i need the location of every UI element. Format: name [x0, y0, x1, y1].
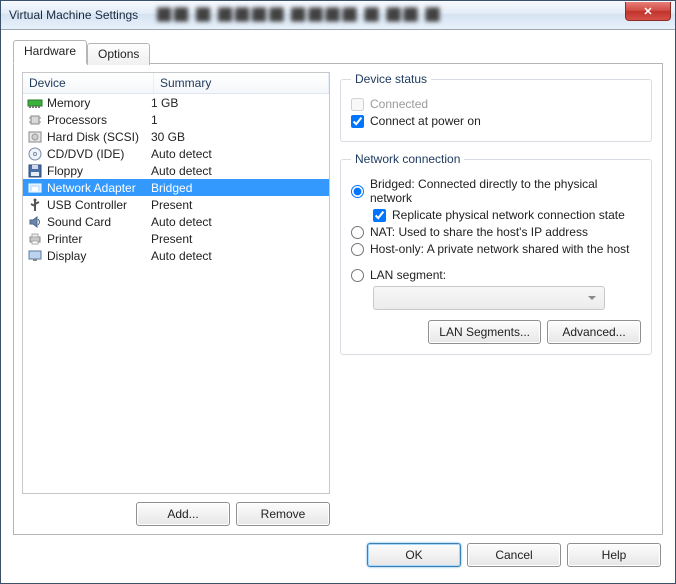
usb-icon — [27, 198, 43, 212]
device-summary: 1 — [145, 113, 329, 127]
right-column: Device status Connected Connect at power… — [340, 72, 654, 526]
connected-row: Connected — [351, 97, 641, 111]
hardware-panel: Device Summary Memory1 GBProcessors1Hard… — [13, 63, 663, 535]
nic-icon — [27, 181, 43, 195]
connect-power-on-checkbox[interactable] — [351, 115, 364, 128]
replicate-row[interactable]: Replicate physical network connection st… — [373, 208, 641, 222]
hostonly-row[interactable]: Host-only: A private network shared with… — [351, 242, 641, 256]
connect-power-on-label: Connect at power on — [370, 114, 481, 128]
window-title: Virtual Machine Settings — [9, 8, 138, 22]
remove-button[interactable]: Remove — [236, 502, 330, 526]
add-button[interactable]: Add... — [136, 502, 230, 526]
device-list[interactable]: Device Summary Memory1 GBProcessors1Hard… — [22, 72, 330, 494]
device-name: Network Adapter — [47, 181, 136, 195]
help-button[interactable]: Help — [567, 543, 661, 567]
device-row-sound[interactable]: Sound Card Auto detect — [23, 213, 329, 230]
lan-label: LAN segment: — [370, 268, 446, 282]
device-rows: Memory 1 GB Processors 1 Hard Disk (SCSI) 30 … — [23, 94, 329, 493]
titlebar[interactable]: Virtual Machine Settings ⬛⬛ ⬛ ⬛⬛⬛⬛ ⬛⬛⬛⬛ … — [1, 1, 675, 30]
replicate-label: Replicate physical network connection st… — [392, 208, 625, 222]
device-row-usb[interactable]: USB Controller Present — [23, 196, 329, 213]
nat-row[interactable]: NAT: Used to share the host's IP address — [351, 225, 641, 239]
device-summary: Auto detect — [145, 164, 329, 178]
device-row-floppy[interactable]: Floppy Auto detect — [23, 162, 329, 179]
device-name: Processors — [47, 113, 107, 127]
bridged-row[interactable]: Bridged: Connected directly to the physi… — [351, 177, 641, 205]
bridged-radio[interactable] — [351, 185, 364, 198]
cpu-icon — [27, 113, 43, 127]
device-summary: Bridged — [145, 181, 329, 195]
vm-settings-window: Virtual Machine Settings ⬛⬛ ⬛ ⬛⬛⬛⬛ ⬛⬛⬛⬛ … — [0, 0, 676, 584]
device-name: USB Controller — [47, 198, 127, 212]
floppy-icon — [27, 164, 43, 178]
device-summary: 1 GB — [145, 96, 329, 110]
device-name: Sound Card — [47, 215, 111, 229]
device-status-group: Device status Connected Connect at power… — [340, 72, 652, 142]
network-buttons: LAN Segments... Advanced... — [351, 320, 641, 344]
sound-icon — [27, 215, 43, 229]
close-icon: ✕ — [643, 5, 652, 18]
network-connection-group: Network connection Bridged: Connected di… — [340, 152, 652, 355]
device-buttons: Add... Remove — [22, 502, 330, 526]
device-row-nic[interactable]: Network Adapter Bridged — [23, 179, 329, 196]
device-name: Hard Disk (SCSI) — [47, 130, 139, 144]
connected-label: Connected — [370, 97, 428, 111]
display-icon — [27, 249, 43, 263]
tab-hardware-label: Hardware — [24, 44, 76, 58]
col-device-header[interactable]: Device — [23, 73, 154, 93]
device-row-printer[interactable]: Printer Present — [23, 230, 329, 247]
tab-options[interactable]: Options — [87, 43, 150, 65]
device-summary: Present — [145, 232, 329, 246]
device-summary: 30 GB — [145, 130, 329, 144]
network-connection-legend: Network connection — [351, 152, 464, 166]
close-button[interactable]: ✕ — [625, 2, 671, 21]
device-row-memory[interactable]: Memory 1 GB — [23, 94, 329, 111]
device-list-header: Device Summary — [23, 73, 329, 94]
lan-segments-button[interactable]: LAN Segments... — [428, 320, 541, 344]
lan-segment-select[interactable] — [373, 286, 605, 310]
hostonly-label: Host-only: A private network shared with… — [370, 242, 629, 256]
left-column: Device Summary Memory1 GBProcessors1Hard… — [22, 72, 330, 526]
device-name: Display — [47, 249, 86, 263]
advanced-button[interactable]: Advanced... — [547, 320, 641, 344]
tab-options-label: Options — [98, 47, 139, 61]
dialog-footer: OK Cancel Help — [1, 535, 675, 583]
device-name: Printer — [47, 232, 82, 246]
col-summary-header[interactable]: Summary — [154, 73, 329, 93]
titlebar-blur: ⬛⬛ ⬛ ⬛⬛⬛⬛ ⬛⬛⬛⬛ ⬛ ⬛⬛ ⬛ — [156, 7, 441, 23]
memory-icon — [27, 96, 43, 110]
connected-checkbox — [351, 98, 364, 111]
printer-icon — [27, 232, 43, 246]
device-row-cd[interactable]: CD/DVD (IDE) Auto detect — [23, 145, 329, 162]
ok-button[interactable]: OK — [367, 543, 461, 567]
hdd-icon — [27, 130, 43, 144]
lan-radio[interactable] — [351, 269, 364, 282]
tab-strip: Hardware Options — [13, 40, 663, 64]
cd-icon — [27, 147, 43, 161]
connect-power-on-row[interactable]: Connect at power on — [351, 114, 641, 128]
device-row-display[interactable]: Display Auto detect — [23, 247, 329, 264]
dialog-body: Hardware Options Device Summary Memory 1 … — [1, 30, 675, 535]
nat-radio[interactable] — [351, 226, 364, 239]
device-name: Floppy — [47, 164, 83, 178]
device-summary: Auto detect — [145, 249, 329, 263]
replicate-checkbox[interactable] — [373, 209, 386, 222]
device-name: CD/DVD (IDE) — [47, 147, 124, 161]
nat-label: NAT: Used to share the host's IP address — [370, 225, 588, 239]
device-name: Memory — [47, 96, 90, 110]
bridged-label: Bridged: Connected directly to the physi… — [370, 177, 641, 205]
hostonly-radio[interactable] — [351, 243, 364, 256]
device-status-legend: Device status — [351, 72, 431, 86]
device-row-hdd[interactable]: Hard Disk (SCSI) 30 GB — [23, 128, 329, 145]
device-summary: Auto detect — [145, 215, 329, 229]
device-summary: Auto detect — [145, 147, 329, 161]
tab-hardware[interactable]: Hardware — [13, 40, 87, 64]
device-row-cpu[interactable]: Processors 1 — [23, 111, 329, 128]
device-summary: Present — [145, 198, 329, 212]
cancel-button[interactable]: Cancel — [467, 543, 561, 567]
lan-row[interactable]: LAN segment: — [351, 268, 641, 282]
